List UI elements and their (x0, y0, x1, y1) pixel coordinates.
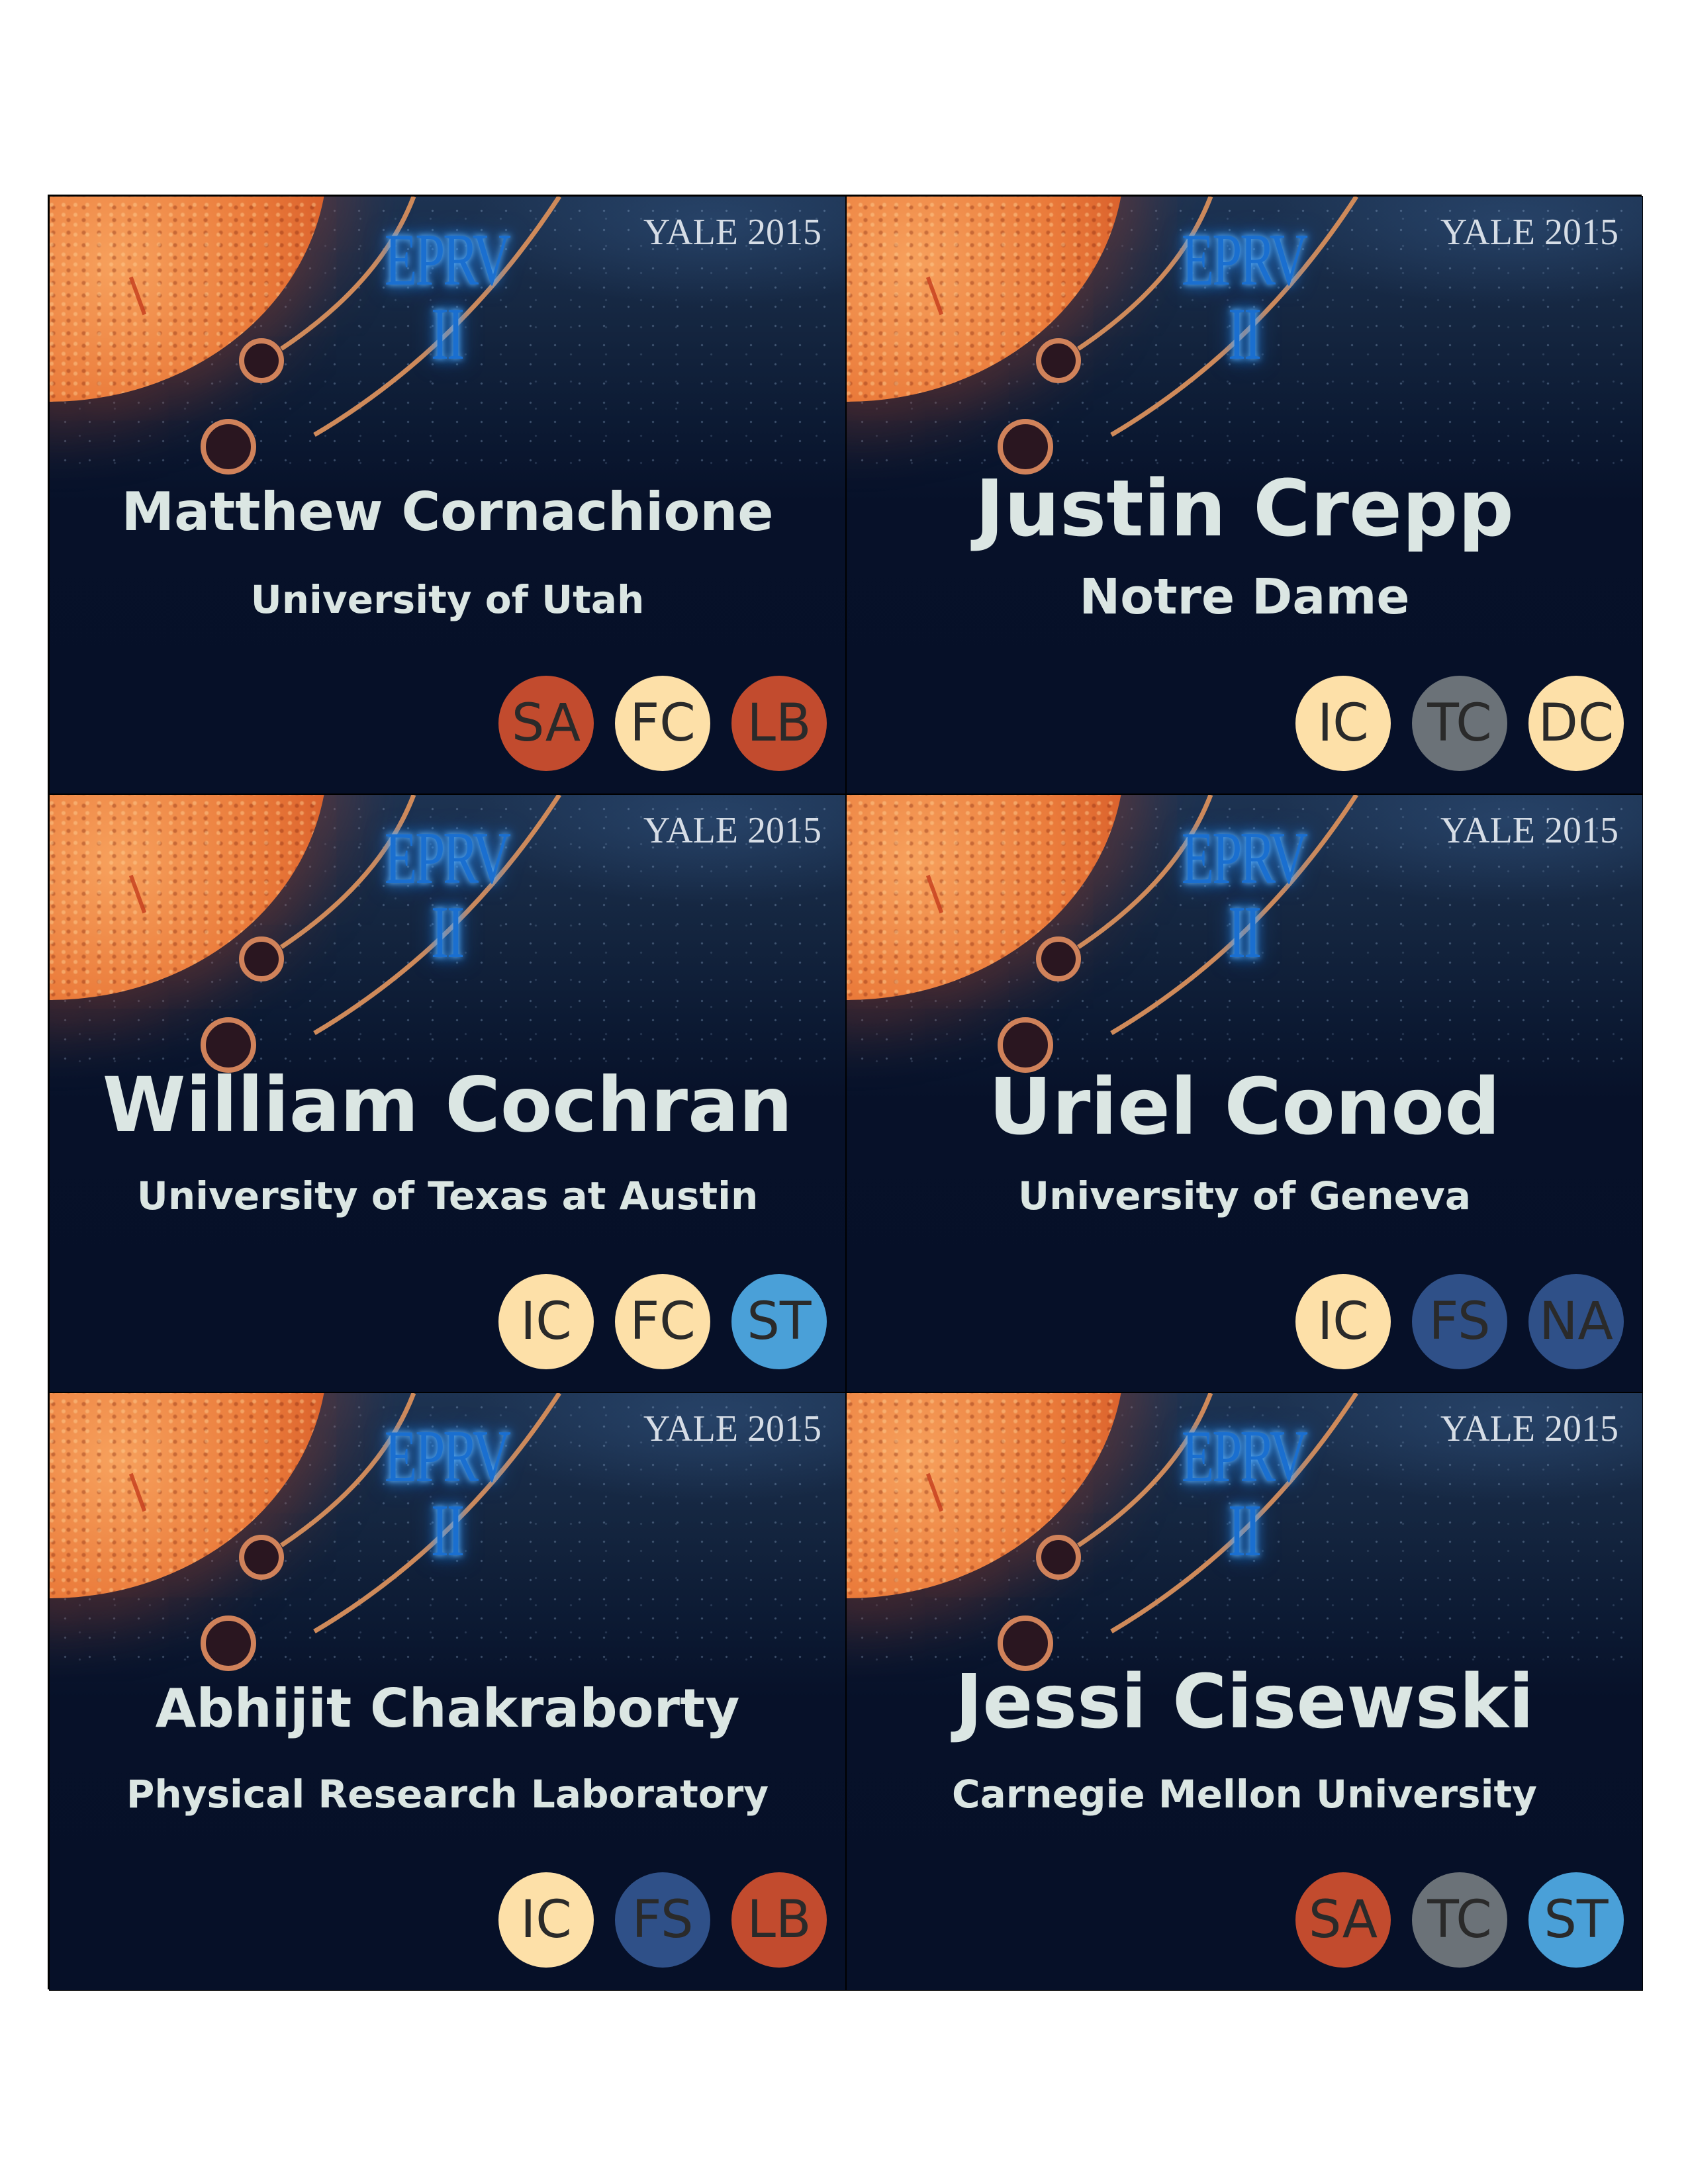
name-badge: EPRV II YALE 2015 William Cochran Univer… (49, 794, 846, 1392)
session-tag: LB (731, 676, 827, 771)
session-tag: IC (1295, 676, 1391, 771)
event-label: YALE 2015 (1440, 1408, 1618, 1449)
session-tag: SA (1295, 1872, 1391, 1968)
session-tag: NA (1528, 1274, 1624, 1369)
event-logo: EPRV II (1181, 1416, 1308, 1572)
event-logo: EPRV II (1181, 219, 1308, 375)
name-badge: EPRV II YALE 2015 Uriel Conod University… (846, 794, 1643, 1392)
session-tag: FC (615, 676, 710, 771)
session-tags: IC TC DC (1295, 676, 1624, 771)
session-tag: TC (1412, 676, 1507, 771)
attendee-name: Abhijit Chakraborty (155, 1678, 740, 1739)
session-tag: LB (731, 1872, 827, 1968)
event-logo: EPRV II (384, 219, 511, 375)
attendee-affiliation: University of Geneva (1018, 1173, 1471, 1218)
badge-sheet: EPRV II YALE 2015 Matthew Cornachione Un… (48, 195, 1643, 1991)
session-tag: ST (1528, 1872, 1624, 1968)
session-tag: SA (498, 676, 594, 771)
attendee-name: Jessi Cisewski (955, 1659, 1534, 1745)
event-label: YALE 2015 (1440, 810, 1618, 851)
attendee-affiliation: Physical Research Laboratory (126, 1772, 769, 1817)
attendee-affiliation: University of Texas at Austin (136, 1173, 759, 1218)
session-tag: IC (498, 1872, 594, 1968)
attendee-name: Matthew Cornachione (121, 481, 774, 543)
session-tags: SA FC LB (498, 676, 827, 771)
session-tags: IC FS NA (1295, 1274, 1624, 1369)
name-badge: EPRV II YALE 2015 Matthew Cornachione Un… (49, 196, 846, 794)
attendee-name: William Cochran (102, 1061, 793, 1149)
event-label: YALE 2015 (643, 1408, 821, 1449)
session-tag: IC (498, 1274, 594, 1369)
event-label: YALE 2015 (1440, 212, 1618, 253)
session-tag: DC (1528, 676, 1624, 771)
session-tag: FC (615, 1274, 710, 1369)
name-badge: EPRV II YALE 2015 Justin Crepp Notre Dam… (846, 196, 1643, 794)
session-tags: IC FS LB (498, 1872, 827, 1968)
session-tag: FS (1412, 1274, 1507, 1369)
session-tag: ST (731, 1274, 827, 1369)
session-tag: IC (1295, 1274, 1391, 1369)
event-label: YALE 2015 (643, 212, 821, 253)
session-tag: FS (615, 1872, 710, 1968)
attendee-name: Justin Crepp (975, 463, 1514, 554)
attendee-affiliation: Notre Dame (1079, 569, 1410, 625)
event-logo: EPRV II (384, 1416, 511, 1572)
event-label: YALE 2015 (643, 810, 821, 851)
session-tags: IC FC ST (498, 1274, 827, 1369)
event-logo: EPRV II (1181, 817, 1308, 974)
name-badge: EPRV II YALE 2015 Abhijit Chakraborty Ph… (49, 1392, 846, 1991)
attendee-affiliation: University of Utah (250, 577, 645, 622)
session-tag: TC (1412, 1872, 1507, 1968)
attendee-affiliation: Carnegie Mellon University (952, 1772, 1537, 1817)
attendee-name: Uriel Conod (988, 1061, 1501, 1152)
session-tags: SA TC ST (1295, 1872, 1624, 1968)
event-logo: EPRV II (384, 817, 511, 974)
name-badge: EPRV II YALE 2015 Jessi Cisewski Carnegi… (846, 1392, 1643, 1991)
